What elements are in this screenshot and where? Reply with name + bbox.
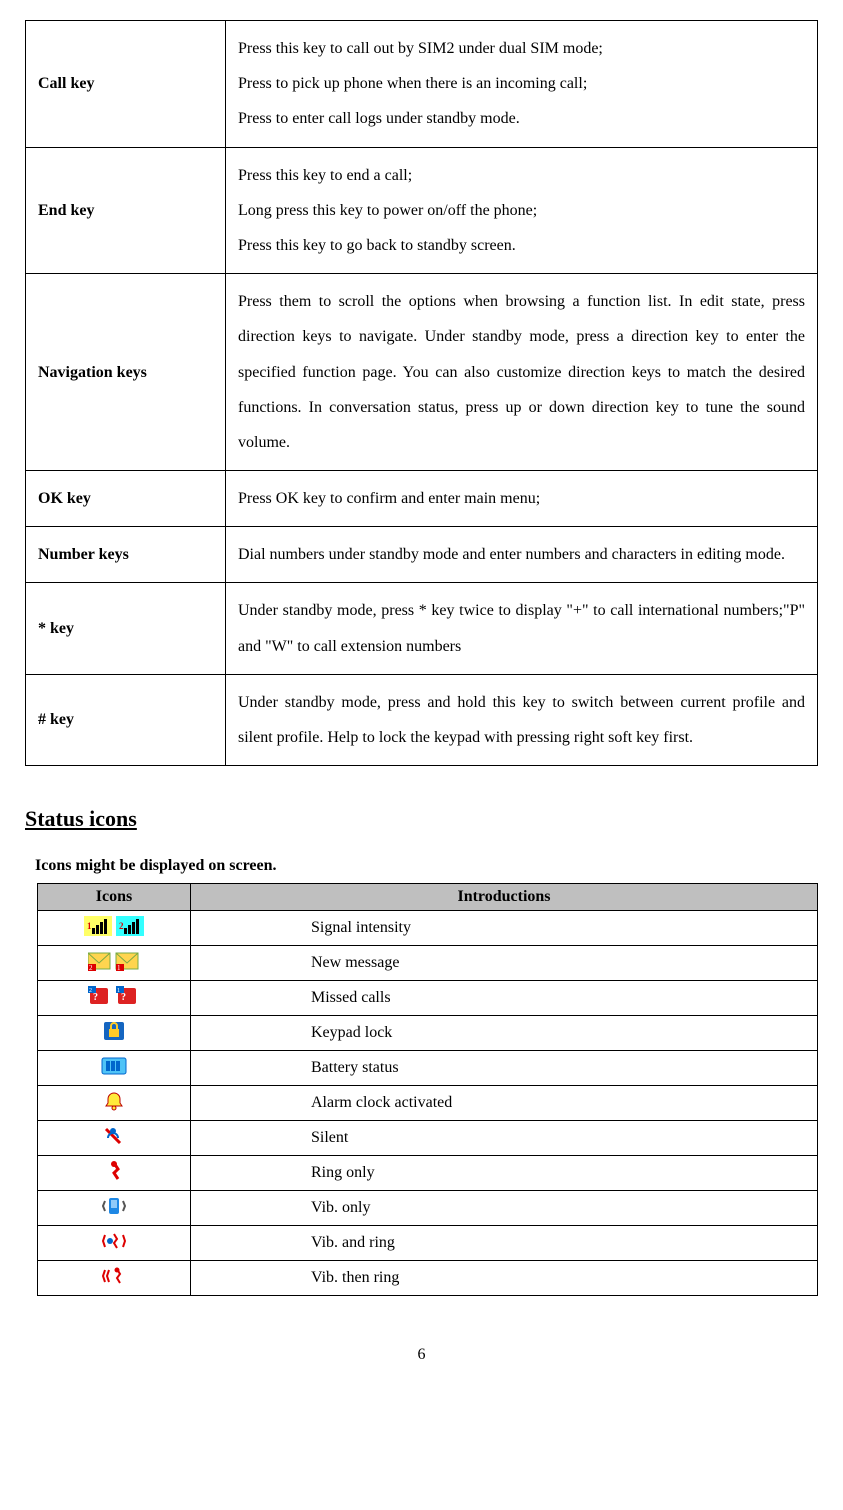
key-desc-cell: Under standby mode, press * key twice to… — [226, 583, 818, 674]
key-desc-line: Press to enter call logs under standby m… — [238, 110, 520, 127]
key-name-cell: OK key — [26, 471, 226, 527]
key-desc-cell: Press this key to call out by SIM2 under… — [226, 21, 818, 148]
key-name-cell: Navigation keys — [26, 274, 226, 471]
key-desc-cell: Press this key to end a call; Long press … — [226, 147, 818, 274]
keys-table: Call key Press this key to call out by SI… — [25, 20, 818, 766]
icon-cell — [38, 1121, 191, 1156]
keys-table-row: # keyUnder standby mode, press and hold … — [26, 674, 818, 765]
icons-table-row: Battery status — [38, 1051, 818, 1086]
key-desc-cell: Dial numbers under standby mode and ente… — [226, 527, 818, 583]
key-desc-line: Press to pick up phone when there is an … — [238, 75, 587, 92]
svg-text:1: 1 — [87, 921, 92, 931]
svg-text:2: 2 — [119, 921, 124, 931]
key-desc-line: Press this key to go back to standby scr… — [238, 237, 516, 254]
icons-table-row: Alarm clock activated — [38, 1086, 818, 1121]
svg-text:?: ? — [121, 992, 126, 1003]
icons-table-row: 2 1 New message — [38, 946, 818, 981]
icons-table-header-row: Icons Introductions — [38, 884, 818, 911]
key-desc-cell: Press them to scroll the options when br… — [226, 274, 818, 471]
keys-table-row: * keyUnder standby mode, press * key twi… — [26, 583, 818, 674]
icon-intro-cell: Vib. then ring — [191, 1261, 818, 1296]
icon-cell — [38, 1086, 191, 1121]
key-name-cell: Number keys — [26, 527, 226, 583]
icon-intro-cell: Signal intensity — [191, 911, 818, 946]
icons-table-row: Keypad lock — [38, 1016, 818, 1051]
key-desc-cell: Press OK key to confirm and enter main m… — [226, 471, 818, 527]
key-name-cell: # key — [26, 674, 226, 765]
key-name-cell: * key — [26, 583, 226, 674]
key-desc-line: Press this key to end a call; — [238, 167, 412, 184]
icon-cell: 2 1 — [38, 946, 191, 981]
new-message-icon: 2 1 — [88, 951, 140, 976]
svg-text:?: ? — [93, 992, 98, 1003]
key-name-cell: End key — [26, 147, 226, 274]
svg-text:2: 2 — [89, 988, 92, 994]
alarm-clock-icon — [104, 1091, 124, 1116]
icon-intro-cell: Keypad lock — [191, 1016, 818, 1051]
vib-then-ring-icon — [102, 1266, 126, 1291]
key-desc-line: Press this key to call out by SIM2 under… — [238, 40, 603, 57]
ring-only-icon — [105, 1161, 123, 1186]
signal-intensity-icon: 1 2 — [84, 916, 144, 941]
icon-intro-cell: Battery status — [191, 1051, 818, 1086]
keys-table-row: Navigation keysPress them to scroll the … — [26, 274, 818, 471]
icons-table-row: Ring only — [38, 1156, 818, 1191]
section-heading-status-icons: Status icons — [25, 806, 818, 832]
icon-intro-cell: New message — [191, 946, 818, 981]
page-number: 6 — [25, 1346, 818, 1364]
vib-and-ring-icon — [102, 1231, 126, 1256]
key-desc-line: Long press this key to power on/off the … — [238, 202, 537, 219]
svg-text:1: 1 — [117, 988, 120, 994]
icons-header-icons: Icons — [38, 884, 191, 911]
icon-intro-cell: Alarm clock activated — [191, 1086, 818, 1121]
icon-cell — [38, 1156, 191, 1191]
icons-table-row: Vib. and ring — [38, 1226, 818, 1261]
keys-table-row: Call key Press this key to call out by SI… — [26, 21, 818, 148]
key-desc-cell: Under standby mode, press and hold this … — [226, 674, 818, 765]
icon-cell — [38, 1191, 191, 1226]
key-desc-line: Press them to scroll the options when br… — [238, 293, 805, 451]
vib-only-icon — [102, 1196, 126, 1221]
icon-intro-cell: Vib. only — [191, 1191, 818, 1226]
silent-icon — [103, 1126, 125, 1151]
icons-header-intro: Introductions — [191, 884, 818, 911]
icon-intro-cell: Missed calls — [191, 981, 818, 1016]
icons-table-row: Silent — [38, 1121, 818, 1156]
key-desc-line: Press OK key to confirm and enter main m… — [238, 490, 540, 507]
svg-text:1: 1 — [117, 964, 121, 971]
icon-intro-cell: Silent — [191, 1121, 818, 1156]
keys-table-row: OK key Press OK key to confirm and enter … — [26, 471, 818, 527]
key-desc-line: Under standby mode, press and hold this … — [238, 694, 805, 746]
key-name-cell: Call key — [26, 21, 226, 148]
svg-text:2: 2 — [89, 964, 93, 971]
battery-status-icon — [101, 1057, 127, 1080]
icon-cell — [38, 1261, 191, 1296]
key-desc-line: Dial numbers under standby mode and ente… — [238, 546, 785, 563]
icons-subhead: Icons might be displayed on screen. — [35, 857, 818, 875]
icons-table: Icons Introductions 1 2 Signal intensity… — [37, 883, 818, 1296]
icon-cell — [38, 1226, 191, 1261]
keys-table-row: Number keys Dial numbers under standby mo… — [26, 527, 818, 583]
missed-calls-icon: ?2 ?1 — [88, 986, 140, 1011]
icon-cell: ?2 ?1 — [38, 981, 191, 1016]
keys-table-row: End key Press this key to end a call; Long… — [26, 147, 818, 274]
icons-table-row: Vib. only — [38, 1191, 818, 1226]
key-desc-line: Under standby mode, press * key twice to… — [238, 602, 805, 654]
icons-table-row: Vib. then ring — [38, 1261, 818, 1296]
keypad-lock-icon — [103, 1021, 125, 1046]
icon-cell: 1 2 — [38, 911, 191, 946]
icon-cell — [38, 1016, 191, 1051]
icons-table-row: 1 2 Signal intensity — [38, 911, 818, 946]
icon-intro-cell: Ring only — [191, 1156, 818, 1191]
icon-cell — [38, 1051, 191, 1086]
icons-table-row: ?2 ?1 Missed calls — [38, 981, 818, 1016]
icon-intro-cell: Vib. and ring — [191, 1226, 818, 1261]
